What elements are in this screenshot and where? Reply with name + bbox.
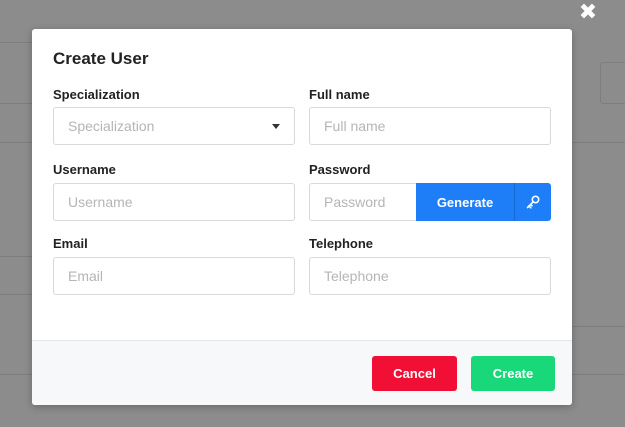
password-label: Password [309,162,371,177]
create-user-dialog: Create User Specialization Specializatio… [32,29,572,405]
email-label: Email [53,236,88,251]
background-divider [0,142,32,143]
specialization-select[interactable]: Specialization [53,107,295,145]
dialog-footer: Cancel Create [32,340,572,405]
dialog-title: Create User [53,49,149,68]
key-icon[interactable] [515,195,551,209]
background-divider [572,142,625,143]
specialization-placeholder: Specialization [68,118,155,134]
password-field[interactable] [309,183,417,221]
close-icon[interactable]: ✖ [576,0,600,25]
email-field[interactable] [53,257,295,295]
full-name-label: Full name [309,87,370,102]
background-panel [0,42,36,104]
generate-password-button[interactable]: Generate [416,183,551,221]
background-panel [600,62,625,104]
dialog-body: Create User Specialization Specializatio… [32,29,572,340]
telephone-label: Telephone [309,236,374,251]
telephone-field[interactable] [309,257,551,295]
background-divider [0,294,32,295]
generate-button-label: Generate [436,194,494,210]
key-icon-graphic [526,195,540,209]
caret-down-icon [272,123,280,129]
background-divider [0,256,32,257]
cancel-button[interactable]: Cancel [372,356,457,391]
create-button[interactable]: Create [471,356,555,391]
username-field[interactable] [53,183,295,221]
full-name-field[interactable] [309,107,551,145]
specialization-label: Specialization [53,87,140,102]
background-divider [572,326,625,327]
username-label: Username [53,162,116,177]
